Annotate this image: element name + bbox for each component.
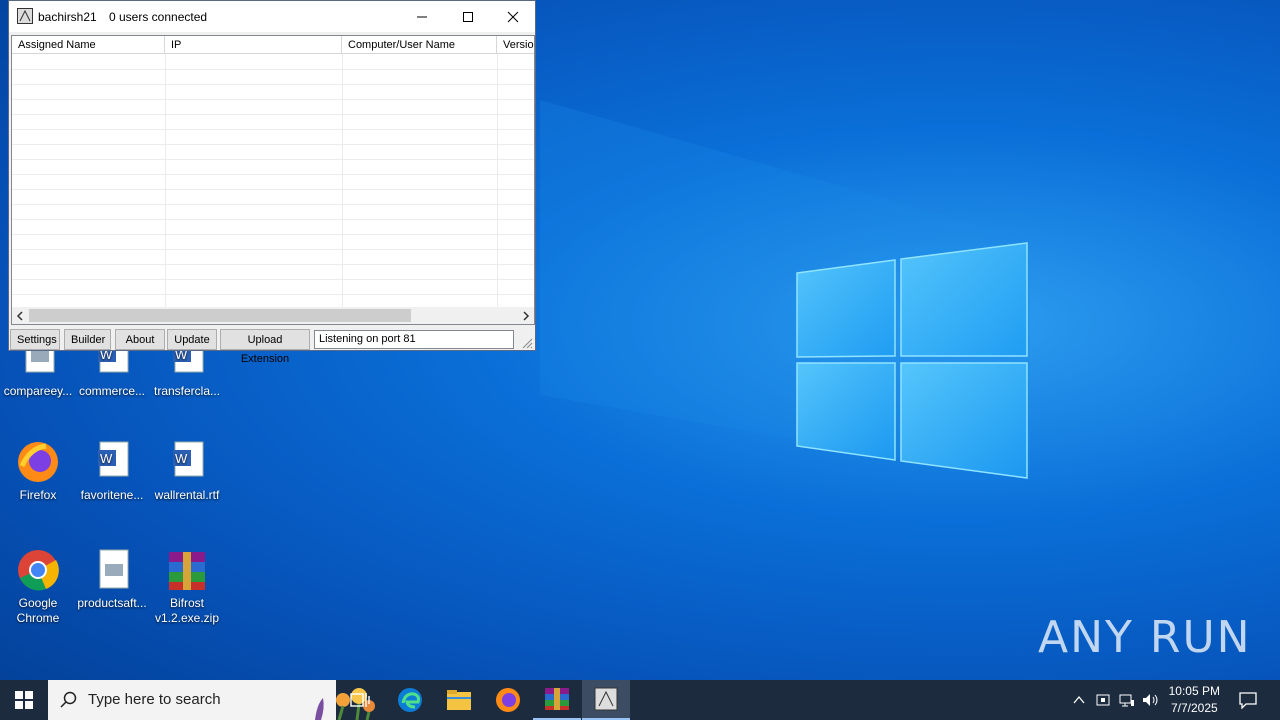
winrar-icon bbox=[545, 688, 569, 710]
column-header-version[interactable]: Versio bbox=[497, 36, 534, 54]
desktop-icon-favoritene[interactable]: W favoritene... bbox=[74, 440, 150, 503]
desktop-icon-firefox[interactable]: Firefox bbox=[0, 440, 76, 503]
scrollbar-thumb[interactable] bbox=[29, 309, 411, 322]
clock-time: 10:05 PM bbox=[1168, 684, 1220, 698]
start-button[interactable] bbox=[0, 680, 48, 720]
status-field: Listening on port 81 bbox=[314, 330, 514, 349]
desktop-icon-bifrost-zip[interactable]: Bifrost v1.2.exe.zip bbox=[149, 548, 225, 626]
firefox-icon bbox=[496, 688, 520, 712]
notification-icon bbox=[1239, 692, 1257, 709]
svg-text:W: W bbox=[100, 451, 113, 466]
word-doc-icon: W bbox=[165, 440, 209, 484]
taskbar-edge[interactable] bbox=[386, 680, 434, 720]
close-button[interactable] bbox=[490, 1, 536, 32]
desktop-icon-label: Bifrost v1.2.exe.zip bbox=[154, 596, 220, 625]
tray-overflow-button[interactable] bbox=[1068, 680, 1090, 720]
desktop-icon-chrome[interactable]: Google Chrome bbox=[0, 548, 76, 626]
taskbar-file-explorer[interactable] bbox=[435, 680, 483, 720]
desktop-icon-label: productsaft... bbox=[77, 596, 147, 610]
search-icon bbox=[60, 691, 77, 708]
app-icon bbox=[594, 687, 618, 711]
desktop-icon-label: Google Chrome bbox=[16, 596, 60, 625]
tray-device-icon-button[interactable] bbox=[1092, 680, 1114, 720]
firefox-icon bbox=[16, 440, 60, 484]
column-header-assigned-name[interactable]: Assigned Name bbox=[12, 36, 165, 54]
clock-date: 7/7/2025 bbox=[1170, 701, 1218, 715]
tray-volume-button[interactable] bbox=[1140, 680, 1162, 720]
svg-text:W: W bbox=[175, 451, 188, 466]
notifications-button[interactable] bbox=[1230, 680, 1266, 720]
upload-extension-button[interactable]: Upload Extension bbox=[220, 329, 310, 365]
resize-grip-icon[interactable] bbox=[521, 337, 533, 349]
app-icon bbox=[17, 8, 33, 24]
desktop-icon-label: compareey... bbox=[3, 384, 73, 398]
settings-button[interactable]: Settings bbox=[10, 329, 60, 350]
desktop-icon-wallrental[interactable]: W wallrental.rtf bbox=[149, 440, 225, 503]
desktop-icon-label: wallrental.rtf bbox=[154, 488, 220, 502]
column-header-ip[interactable]: IP bbox=[165, 36, 342, 54]
windows-start-icon bbox=[15, 691, 33, 709]
desktop-icon-productsaft[interactable]: productsaft... bbox=[74, 548, 150, 611]
image-file-icon bbox=[90, 548, 134, 592]
desktop-icon-label: Firefox bbox=[19, 488, 57, 502]
folder-icon bbox=[447, 690, 471, 710]
connection-status: 0 users connected bbox=[109, 10, 208, 24]
horizontal-scrollbar[interactable] bbox=[12, 307, 534, 324]
task-view-button[interactable] bbox=[336, 680, 384, 720]
button-bar: Settings Builder About Update Upload Ext… bbox=[9, 329, 535, 365]
about-button[interactable]: About bbox=[115, 329, 165, 350]
list-grid bbox=[12, 54, 534, 309]
taskbar-active-app[interactable] bbox=[582, 680, 630, 720]
close-icon bbox=[507, 11, 519, 22]
taskbar-winrar[interactable] bbox=[533, 680, 581, 720]
minimize-button[interactable] bbox=[399, 1, 445, 32]
scroll-right-icon[interactable] bbox=[521, 311, 531, 321]
update-button[interactable]: Update bbox=[167, 329, 217, 350]
anyrun-watermark: ANY RUN bbox=[1038, 612, 1252, 663]
title-bar[interactable]: bachirsh21 0 users connected bbox=[9, 1, 535, 32]
taskbar-search-box[interactable]: Type here to search bbox=[48, 680, 375, 720]
chevron-up-icon bbox=[1073, 695, 1085, 704]
taskbar: Type here to search 10:05 PM 7/7/2025 bbox=[0, 680, 1280, 720]
maximize-button[interactable] bbox=[445, 1, 491, 32]
desktop-icon-label: transfercla... bbox=[153, 384, 221, 398]
maximize-icon bbox=[463, 11, 473, 22]
scroll-left-icon[interactable] bbox=[15, 311, 25, 321]
connections-list[interactable]: Assigned Name IP Computer/User Name Vers… bbox=[11, 35, 535, 325]
desktop-icon-label: commerce... bbox=[78, 384, 145, 398]
search-placeholder: Type here to search bbox=[88, 691, 221, 708]
word-doc-icon: W bbox=[90, 440, 134, 484]
network-icon bbox=[1119, 694, 1134, 707]
desktop-icon-label: favoritene... bbox=[80, 488, 144, 502]
winrar-icon bbox=[165, 548, 209, 592]
device-icon bbox=[1096, 694, 1110, 706]
task-view-icon bbox=[350, 693, 370, 707]
edge-icon bbox=[398, 688, 422, 712]
taskbar-clock[interactable]: 10:05 PM 7/7/2025 bbox=[1169, 683, 1220, 717]
chrome-icon bbox=[16, 548, 60, 592]
taskbar-firefox[interactable] bbox=[484, 680, 532, 720]
builder-button[interactable]: Builder bbox=[64, 329, 111, 350]
minimize-icon bbox=[417, 16, 427, 17]
tray-network-button[interactable] bbox=[1116, 680, 1138, 720]
column-header-computer-user-name[interactable]: Computer/User Name bbox=[342, 36, 497, 54]
app-window[interactable]: bachirsh21 0 users connected Assigned Na… bbox=[8, 0, 536, 365]
window-title: bachirsh21 bbox=[38, 10, 97, 24]
volume-icon bbox=[1143, 694, 1158, 706]
